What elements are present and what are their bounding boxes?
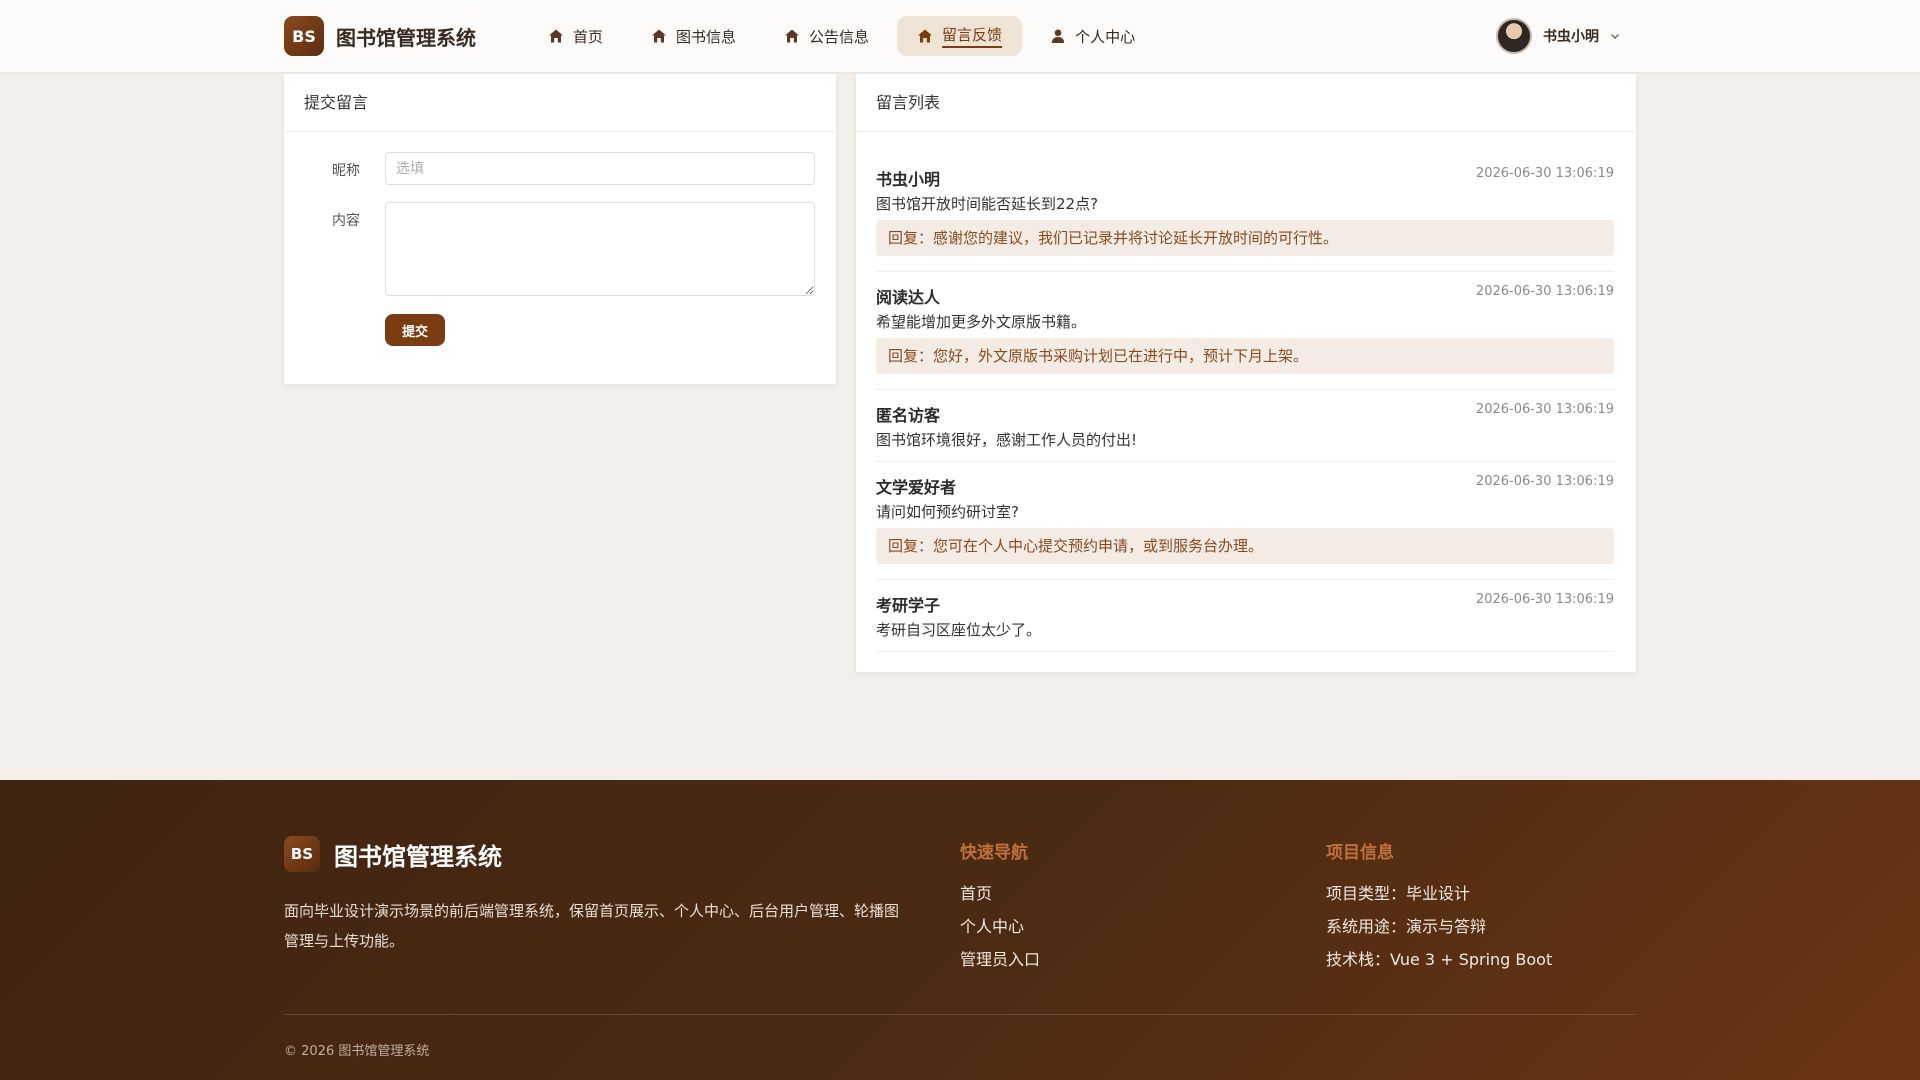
footer-title: 图书馆管理系统: [334, 842, 502, 871]
message-list-card: 留言列表 书虫小明 2026-06-30 13:06:19 图书馆开放时间能否延…: [856, 74, 1636, 672]
content-row: 内容: [284, 210, 374, 230]
message-content: 希望能增加更多外文原版书籍。: [876, 313, 1087, 331]
quick-nav: 快速导航 首页 个人中心 管理员入口: [960, 838, 1040, 976]
home-icon: [784, 28, 800, 44]
message-author: 阅读达人: [876, 288, 941, 307]
message-content: 图书馆环境很好，感谢工作人员的付出!: [876, 431, 1138, 449]
message-item: 考研学子 2026-06-30 13:06:19 考研自习区座位太少了。: [876, 592, 1614, 652]
message-item: 匿名访客 2026-06-30 13:06:19 图书馆环境很好，感谢工作人员的…: [876, 402, 1614, 462]
main-nav: 首页 图书信息 公告信息 留言反馈 个人中心: [528, 16, 1163, 56]
nav-item-profile[interactable]: 个人中心: [1030, 16, 1155, 56]
message-reply: 回复：您可在个人中心提交预约申请，或到服务台办理。: [876, 528, 1614, 564]
logo-badge: BS: [284, 16, 324, 56]
message-item: 书虫小明 2026-06-30 13:06:19 图书馆开放时间能否延长到22点…: [876, 166, 1614, 272]
copyright: © 2026 图书馆管理系统: [284, 1044, 430, 1059]
nickname-row: 昵称: [284, 160, 374, 180]
nav-label: 图书信息: [676, 27, 737, 46]
top-header: BS 图书馆管理系统 首页 图书信息 公告信息 留言反馈 个人中心 书虫小明: [0, 0, 1920, 72]
footer-link-home[interactable]: 首页: [960, 877, 1040, 910]
nav-label: 公告信息: [809, 27, 870, 46]
message-reply: 回复：感谢您的建议，我们已记录并将讨论延长开放时间的可行性。: [876, 220, 1614, 256]
message-item: 文学爱好者 2026-06-30 13:06:19 请问如何预约研讨室? 回复：…: [876, 474, 1614, 580]
home-icon: [917, 28, 933, 44]
project-type: 项目类型：毕业设计: [1326, 884, 1471, 903]
footer-logo: BS 图书馆管理系统: [284, 836, 502, 872]
nav-item-feedback[interactable]: 留言反馈: [897, 16, 1023, 56]
message-content: 图书馆开放时间能否延长到22点?: [876, 195, 1099, 213]
message-time: 2026-06-30 13:06:19: [1475, 592, 1614, 607]
project-info: 项目信息 项目类型：毕业设计 系统用途：演示与答辩 技术栈：Vue 3 + Sp…: [1326, 838, 1552, 976]
footer-description: 面向毕业设计演示场景的前后端管理系统，保留首页展示、个人中心、后台用户管理、轮播…: [284, 902, 900, 950]
user-name: 书虫小明: [1543, 29, 1599, 45]
submit-card-title: 提交留言: [284, 74, 836, 132]
project-tech-stack: 技术栈：Vue 3 + Spring Boot: [1326, 950, 1553, 969]
site-footer: BS 图书馆管理系统 面向毕业设计演示场景的前后端管理系统，保留首页展示、个人中…: [0, 780, 1920, 1080]
nav-label: 留言反馈: [942, 24, 1003, 48]
quick-nav-title: 快速导航: [960, 843, 1028, 863]
avatar: [1496, 18, 1532, 54]
content-label: 内容: [332, 213, 360, 229]
message-author: 匿名访客: [876, 406, 941, 425]
submit-message-card: 提交留言 昵称 内容 提交: [284, 74, 836, 384]
message-reply: 回复：您好，外文原版书采购计划已在进行中，预计下月上架。: [876, 338, 1614, 374]
nav-item-notices[interactable]: 公告信息: [764, 16, 889, 56]
chevron-down-icon: [1609, 30, 1621, 42]
logo-badge: BS: [284, 836, 320, 872]
nav-label: 首页: [573, 27, 604, 46]
user-menu[interactable]: 书虫小明: [1496, 18, 1621, 54]
app-title: 图书馆管理系统: [336, 25, 476, 50]
nav-item-home[interactable]: 首页: [528, 16, 623, 56]
message-time: 2026-06-30 13:06:19: [1475, 166, 1614, 181]
message-item: 阅读达人 2026-06-30 13:06:19 希望能增加更多外文原版书籍。 …: [876, 284, 1614, 390]
project-purpose: 系统用途：演示与答辩: [1326, 917, 1487, 936]
message-list-title: 留言列表: [856, 74, 1636, 132]
message-content: 请问如何预约研讨室?: [876, 503, 1019, 521]
footer-divider: [284, 1014, 1636, 1015]
message-time: 2026-06-30 13:06:19: [1475, 402, 1614, 417]
submit-button[interactable]: 提交: [385, 314, 445, 346]
nickname-input[interactable]: [385, 152, 815, 185]
user-icon: [1050, 28, 1066, 44]
app-logo[interactable]: BS 图书馆管理系统: [284, 16, 476, 56]
home-icon: [651, 28, 667, 44]
footer-link-admin[interactable]: 管理员入口: [960, 943, 1040, 976]
nav-label: 个人中心: [1075, 27, 1136, 46]
message-author: 书虫小明: [876, 170, 941, 189]
message-author: 考研学子: [876, 596, 941, 615]
message-time: 2026-06-30 13:06:19: [1475, 284, 1614, 299]
nav-item-books[interactable]: 图书信息: [631, 16, 756, 56]
home-icon: [548, 28, 564, 44]
message-content: 考研自习区座位太少了。: [876, 621, 1042, 639]
message-author: 文学爱好者: [876, 478, 957, 497]
nickname-label: 昵称: [332, 163, 360, 179]
project-info-title: 项目信息: [1326, 843, 1394, 863]
content-textarea[interactable]: [385, 202, 815, 296]
footer-link-profile[interactable]: 个人中心: [960, 910, 1040, 943]
message-time: 2026-06-30 13:06:19: [1475, 474, 1614, 489]
